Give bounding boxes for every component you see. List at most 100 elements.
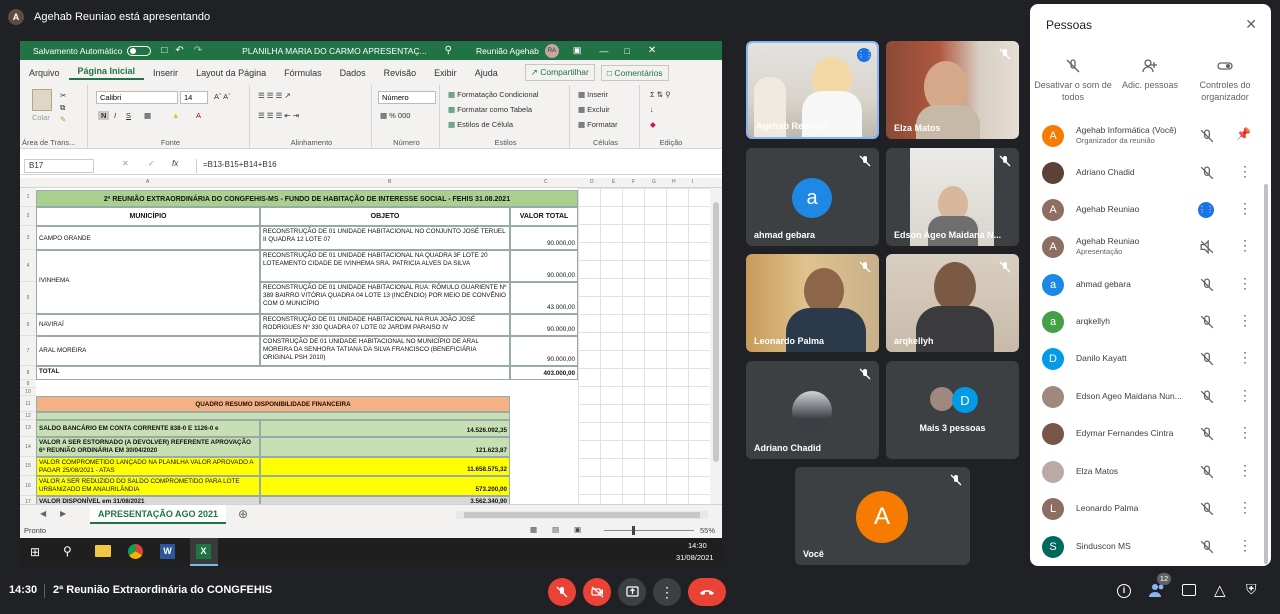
page-break-icon[interactable]: ▣ bbox=[574, 525, 581, 534]
tab-ajuda[interactable]: Ajuda bbox=[466, 68, 507, 78]
col-g[interactable]: G bbox=[652, 179, 656, 185]
cell-municipio[interactable]: IVINHEMA bbox=[36, 250, 260, 314]
header-municipio[interactable]: MUNICÍPIO bbox=[36, 207, 260, 226]
delete-cells-button[interactable]: ▦ Excluir bbox=[578, 105, 610, 114]
cut-icon[interactable]: ✂ bbox=[60, 91, 66, 100]
summary-title-cell[interactable]: QUADRO RESUMO DISPONIBILIDADE FINANCEIRA bbox=[36, 396, 510, 412]
row-header[interactable]: 10 bbox=[20, 388, 36, 396]
cell-objeto[interactable]: RECONSTRUÇÃO DE 01 UNIDADE HABITACIONAL … bbox=[260, 226, 510, 250]
mic-off-icon[interactable] bbox=[1200, 352, 1214, 366]
cell-municipio[interactable]: CAMPO GRANDE bbox=[36, 226, 260, 250]
share-button[interactable]: ↗ Compartilhar bbox=[524, 64, 595, 81]
file-explorer-icon[interactable] bbox=[95, 545, 111, 557]
excel-taskbar-icon[interactable]: X bbox=[190, 538, 218, 566]
pin-icon[interactable]: 📌 bbox=[1236, 127, 1251, 141]
currency-icon[interactable]: ▦ % 000 bbox=[380, 111, 410, 120]
people-scrollbar[interactable] bbox=[1264, 184, 1268, 564]
more-options-icon[interactable]: ⋮ bbox=[1238, 462, 1252, 479]
more-options-icon[interactable]: ⋮ bbox=[1238, 387, 1252, 404]
row-header[interactable]: 14 bbox=[20, 437, 36, 457]
row-header[interactable]: 16 bbox=[20, 476, 36, 496]
row-header[interactable]: 15 bbox=[20, 457, 36, 476]
row-header[interactable]: 13 bbox=[20, 420, 36, 437]
tab-layout[interactable]: Layout da Página bbox=[187, 68, 275, 78]
mic-off-icon[interactable] bbox=[1200, 278, 1214, 292]
formula-confirm-icon[interactable]: ✓ bbox=[148, 159, 155, 168]
row-header[interactable]: 8 bbox=[20, 366, 36, 380]
participant-row[interactable]: A Agehab Reuniao Apresentação ⋮ bbox=[1042, 228, 1260, 265]
font-size-select[interactable]: 14 bbox=[180, 91, 208, 104]
present-button[interactable] bbox=[618, 578, 646, 606]
mic-off-icon[interactable] bbox=[1200, 465, 1214, 479]
row-header[interactable]: 3 bbox=[20, 226, 36, 250]
clear-icon[interactable]: ◆ bbox=[650, 120, 656, 129]
fill-color-icon[interactable]: ▲ bbox=[172, 111, 179, 120]
summary-value[interactable]: 573.200,00 bbox=[260, 476, 510, 496]
excel-user-avatar[interactable]: RA bbox=[544, 43, 559, 58]
total-label-cell[interactable]: TOTAL bbox=[36, 366, 510, 380]
tab-exibir[interactable]: Exibir bbox=[425, 68, 466, 78]
cell-objeto[interactable]: CONSTRUÇÃO DE 01 UNIDADE HABITACIONAL NO… bbox=[260, 336, 510, 366]
horizontal-scrollbar[interactable] bbox=[456, 511, 708, 519]
col-e[interactable]: E bbox=[612, 179, 615, 185]
next-sheet-icon[interactable]: ▶ bbox=[60, 509, 66, 518]
tile-voce[interactable]: A Você bbox=[795, 467, 970, 565]
insert-cells-button[interactable]: ▦ Inserir bbox=[578, 90, 608, 99]
participant-row[interactable]: Edson Ageo Maidana Nun... ⋮ bbox=[1042, 378, 1260, 415]
participant-row[interactable]: a ahmad gebara ⋮ bbox=[1042, 266, 1260, 303]
mute-all-button[interactable]: Desativar o som de todos bbox=[1033, 58, 1113, 103]
col-b[interactable]: B bbox=[388, 179, 391, 185]
row-header[interactable]: 12 bbox=[20, 412, 36, 420]
tab-inserir[interactable]: Inserir bbox=[144, 68, 187, 78]
more-options-icon[interactable]: ⋮ bbox=[1238, 275, 1252, 292]
more-options-icon[interactable]: ⋮ bbox=[1238, 349, 1252, 366]
more-options-icon[interactable]: ⋮ bbox=[1238, 499, 1252, 516]
mic-off-icon[interactable] bbox=[1200, 502, 1214, 516]
summary-label[interactable]: VALOR A SER REDUZIDO DO SALDO COMPROMETI… bbox=[36, 476, 260, 496]
mic-off-icon[interactable] bbox=[1200, 540, 1214, 554]
row-header[interactable]: 11 bbox=[20, 396, 36, 412]
zoom-level[interactable]: 55% bbox=[700, 526, 715, 535]
participant-row[interactable]: Elza Matos ⋮ bbox=[1042, 453, 1260, 490]
format-cells-button[interactable]: ▦ Formatar bbox=[578, 120, 618, 129]
format-as-table-button[interactable]: ▦ Formatar como Tabela bbox=[448, 105, 532, 114]
tile-arqkellyh[interactable]: arqkellyh bbox=[886, 254, 1019, 352]
people-button[interactable]: 12 bbox=[1148, 573, 1171, 600]
tab-pagina-inicial[interactable]: Página Inicial bbox=[68, 66, 145, 80]
participant-row[interactable]: Adriano Chadid ⋮ bbox=[1042, 154, 1260, 191]
spreadsheet-grid[interactable]: 1 2 3 4 5 6 7 8 9 10 11 12 13 14 15 16 1… bbox=[20, 188, 710, 504]
header-valor[interactable]: VALOR TOTAL bbox=[510, 207, 578, 226]
participant-row[interactable]: A Agehab Reuniao ⋮⋮ ⋮ bbox=[1042, 191, 1260, 228]
format-painter-icon[interactable]: ✎ bbox=[60, 115, 66, 124]
col-c[interactable]: C bbox=[544, 179, 548, 185]
summary-value[interactable]: 3.562.340,90 bbox=[260, 496, 510, 504]
formula-cancel-icon[interactable]: ✕ bbox=[122, 159, 129, 168]
camera-toggle-button[interactable] bbox=[583, 578, 611, 606]
underline-button[interactable]: S bbox=[126, 111, 131, 120]
close-icon[interactable]: ✕ bbox=[648, 45, 656, 56]
more-options-icon[interactable]: ⋮ bbox=[1238, 237, 1252, 254]
align-top-icon[interactable]: ☰ ☰ ☰ ↗ bbox=[258, 91, 291, 100]
font-name-select[interactable]: Calibri bbox=[96, 91, 178, 104]
summary-value[interactable]: 11.658.575,32 bbox=[260, 457, 510, 476]
maximize-icon[interactable]: □ bbox=[624, 46, 629, 56]
number-format-select[interactable]: Número bbox=[378, 91, 436, 104]
tile-agehab-reuniao[interactable]: ⋮⋮ Agehab Reuniao bbox=[746, 41, 879, 139]
row-header[interactable]: 4 bbox=[20, 250, 36, 282]
minimize-icon[interactable]: — bbox=[599, 46, 608, 56]
col-i[interactable]: I bbox=[692, 179, 693, 185]
bold-button[interactable]: N bbox=[98, 111, 110, 120]
host-controls-button[interactable]: Controles do organizador bbox=[1185, 58, 1265, 103]
taskbar-clock-time[interactable]: 14:30 bbox=[688, 541, 707, 550]
summary-label[interactable]: VALOR DISPONÍVEL em 31/08/2021 bbox=[36, 496, 260, 504]
tab-formulas[interactable]: Fórmulas bbox=[275, 68, 331, 78]
tile-leonardo-palma[interactable]: Leonardo Palma bbox=[746, 254, 879, 352]
summary-value[interactable]: 121.623,87 bbox=[260, 437, 510, 457]
col-d[interactable]: D bbox=[590, 179, 594, 185]
more-options-icon[interactable]: ⋮ bbox=[1238, 537, 1252, 554]
cell-styles-button[interactable]: ▦ Estilos de Célula bbox=[448, 120, 513, 129]
cell-valor[interactable]: 90.000,00 bbox=[510, 250, 578, 282]
host-controls-shield-icon[interactable]: ⛨ bbox=[1246, 581, 1257, 598]
redo-icon[interactable]: ↷ bbox=[194, 45, 202, 56]
tab-revisao[interactable]: Revisão bbox=[375, 68, 426, 78]
